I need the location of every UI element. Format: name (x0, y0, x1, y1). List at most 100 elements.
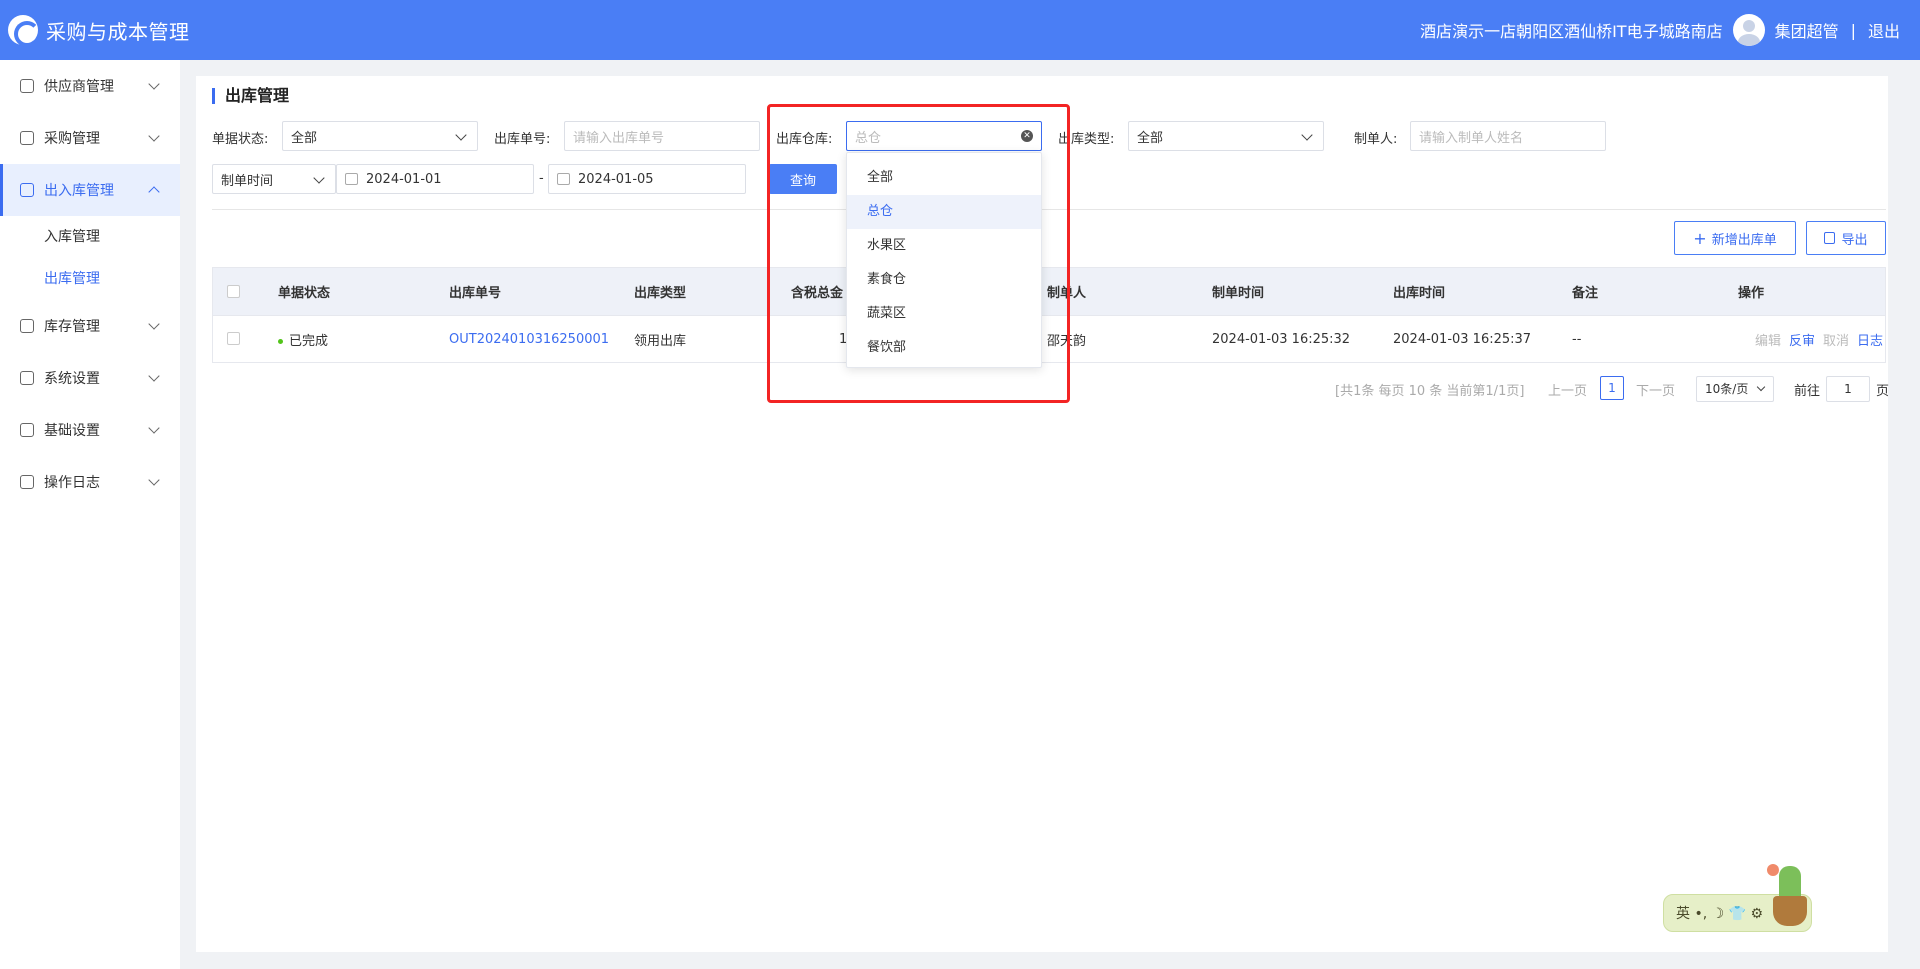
main-panel: 出库管理 单据状态: 全部 出库单号: 请输入出库单号 出库仓库: 总仓 ✕ 出… (196, 76, 1890, 952)
col-header-note: 备注 (1572, 286, 1599, 301)
logout-link[interactable]: 退出 (1868, 18, 1900, 42)
order-no-input[interactable]: 请输入出库单号 (564, 121, 760, 151)
query-button[interactable]: 查询 (769, 164, 837, 194)
add-outbound-label: 新增出库单 (1711, 232, 1777, 248)
add-outbound-button[interactable]: + 新增出库单 (1674, 221, 1796, 255)
col-header-type: 出库类型 (634, 286, 687, 301)
creator-input[interactable]: 请输入制单人姓名 (1410, 121, 1606, 151)
prev-page-button[interactable]: 上一页 (1548, 380, 1587, 399)
col-header-created: 制单时间 (1212, 286, 1265, 301)
chevron-down-icon (148, 422, 160, 434)
export-label: 导出 (1841, 232, 1868, 248)
filter-divider (212, 209, 1886, 210)
avatar[interactable] (1732, 14, 1765, 46)
sidebar-item-purchase[interactable]: 采购管理 (0, 112, 180, 164)
warehouse-option-all[interactable]: 全部 (847, 161, 1041, 195)
sidebar-item-log[interactable]: 操作日志 (0, 456, 180, 508)
cancel-link[interactable]: 取消 (1823, 330, 1849, 349)
order-no-label: 出库单号: (494, 132, 551, 147)
sidebar: 供应商管理 采购管理 出入库管理 入库管理 出库管理 库存管理 系统设置 基础设… (0, 60, 180, 969)
sidebar-item-label: 库存管理 (44, 319, 100, 335)
warehouse-option-fruit[interactable]: 水果区 (847, 229, 1041, 263)
warehouse-option-main[interactable]: 总仓 (847, 195, 1041, 229)
status-dot-icon (278, 338, 283, 344)
inventory-icon (20, 319, 34, 333)
row-status: 已完成 (278, 330, 328, 349)
order-no-placeholder: 请输入出库单号 (573, 130, 665, 146)
goto-suffix: 页 (1876, 384, 1890, 399)
row-checkbox[interactable] (227, 332, 240, 345)
sidebar-subitem-outbound[interactable]: 出库管理 (0, 258, 180, 300)
store-name[interactable]: 酒店演示一店朝阳区酒仙桥IT电子城路南店 (1420, 18, 1723, 42)
cactus-icon (1779, 866, 1801, 900)
save-icon (1824, 232, 1836, 244)
chevron-down-icon (313, 172, 325, 184)
unreview-link[interactable]: 反审 (1789, 330, 1815, 349)
goto-page-input[interactable]: 1 (1826, 376, 1870, 402)
pagination-summary: [共1条 每页 10 条 当前第1/1页] (1335, 384, 1525, 399)
chevron-down-icon (148, 318, 160, 330)
logo-icon (8, 15, 40, 47)
warehouse-dropdown: 全部 总仓 水果区 素食仓 蔬菜区 餐饮部 (846, 152, 1042, 368)
date-to-input[interactable]: 2024-01-05 (548, 164, 746, 194)
chevron-down-icon (455, 129, 467, 141)
type-filter-label: 出库类型: (1058, 132, 1115, 147)
sidebar-item-supplier[interactable]: 供应商管理 (0, 60, 180, 112)
user-name[interactable]: 集团超管 (1775, 18, 1839, 42)
warehouse-option-veg-store[interactable]: 素食仓 (847, 263, 1041, 297)
select-all-checkbox[interactable] (227, 285, 240, 298)
col-header-out-time: 出库时间 (1393, 286, 1446, 301)
gear-icon (20, 423, 34, 437)
calendar-icon (345, 173, 358, 185)
outbound-table: 单据状态 出库单号 出库类型 含税总金 制单人 制单时间 出库时间 备注 操作 … (212, 267, 1886, 363)
clear-icon[interactable]: ✕ (1021, 130, 1033, 142)
row-order-no-link[interactable]: OUT2024010316250001 (449, 332, 609, 347)
system-icon (20, 371, 34, 385)
row-type: 领用出库 (634, 333, 687, 349)
row-status-text: 已完成 (289, 333, 329, 349)
page-size-value: 10条/页 (1705, 382, 1749, 396)
inout-icon (20, 183, 34, 197)
goto-label: 前往 (1794, 384, 1821, 399)
table-row[interactable]: 已完成 OUT2024010316250001 领用出库 1 邵天韵 2024-… (213, 315, 1885, 362)
col-header-order-no: 出库单号 (449, 286, 502, 301)
flower-icon (1767, 864, 1779, 876)
page-number-1[interactable]: 1 (1600, 376, 1624, 400)
warehouse-option-catering[interactable]: 餐饮部 (847, 331, 1041, 365)
pot-icon (1773, 896, 1807, 926)
chevron-down-icon (148, 370, 160, 382)
page-size-select[interactable]: 10条/页 (1696, 376, 1774, 402)
ime-widget[interactable]: 英 •, ☽ 👕 ⚙ (1663, 864, 1812, 932)
col-header-ops: 操作 (1738, 286, 1765, 301)
log-icon (20, 475, 34, 489)
table-header: 单据状态 出库单号 出库类型 含税总金 制单人 制单时间 出库时间 备注 操作 (213, 268, 1885, 315)
sidebar-item-inout[interactable]: 出入库管理 (0, 164, 180, 216)
warehouse-option-vegetable[interactable]: 蔬菜区 (847, 297, 1041, 331)
app-logo: 采购与成本管理 (8, 15, 190, 47)
purchase-icon (20, 131, 34, 145)
plus-icon: + (1693, 228, 1707, 248)
next-page-button[interactable]: 下一页 (1636, 380, 1675, 399)
row-creator: 邵天韵 (1047, 333, 1087, 349)
sidebar-item-label: 基础设置 (44, 423, 100, 439)
app-title: 采购与成本管理 (46, 19, 190, 44)
sidebar-item-basic[interactable]: 基础设置 (0, 404, 180, 456)
sidebar-item-inventory[interactable]: 库存管理 (0, 300, 180, 352)
status-select[interactable]: 全部 (282, 121, 478, 151)
date-from-input[interactable]: 2024-01-01 (336, 164, 534, 194)
sidebar-subitem-inbound[interactable]: 入库管理 (0, 216, 180, 258)
chevron-down-icon (148, 78, 160, 90)
export-button[interactable]: 导出 (1806, 221, 1886, 255)
log-link[interactable]: 日志 (1857, 330, 1883, 349)
warehouse-placeholder: 总仓 (855, 130, 882, 146)
sidebar-item-system[interactable]: 系统设置 (0, 352, 180, 404)
warehouse-select[interactable]: 总仓 ✕ (846, 121, 1042, 151)
sidebar-item-label: 供应商管理 (44, 79, 114, 95)
row-created: 2024-01-03 16:25:32 (1212, 331, 1351, 347)
type-select[interactable]: 全部 (1128, 121, 1324, 151)
creator-placeholder: 请输入制单人姓名 (1419, 130, 1524, 146)
supplier-icon (20, 79, 34, 93)
time-type-select[interactable]: 制单时间 (212, 164, 336, 194)
edit-link[interactable]: 编辑 (1755, 330, 1781, 349)
date-from-value: 2024-01-01 (366, 171, 442, 187)
